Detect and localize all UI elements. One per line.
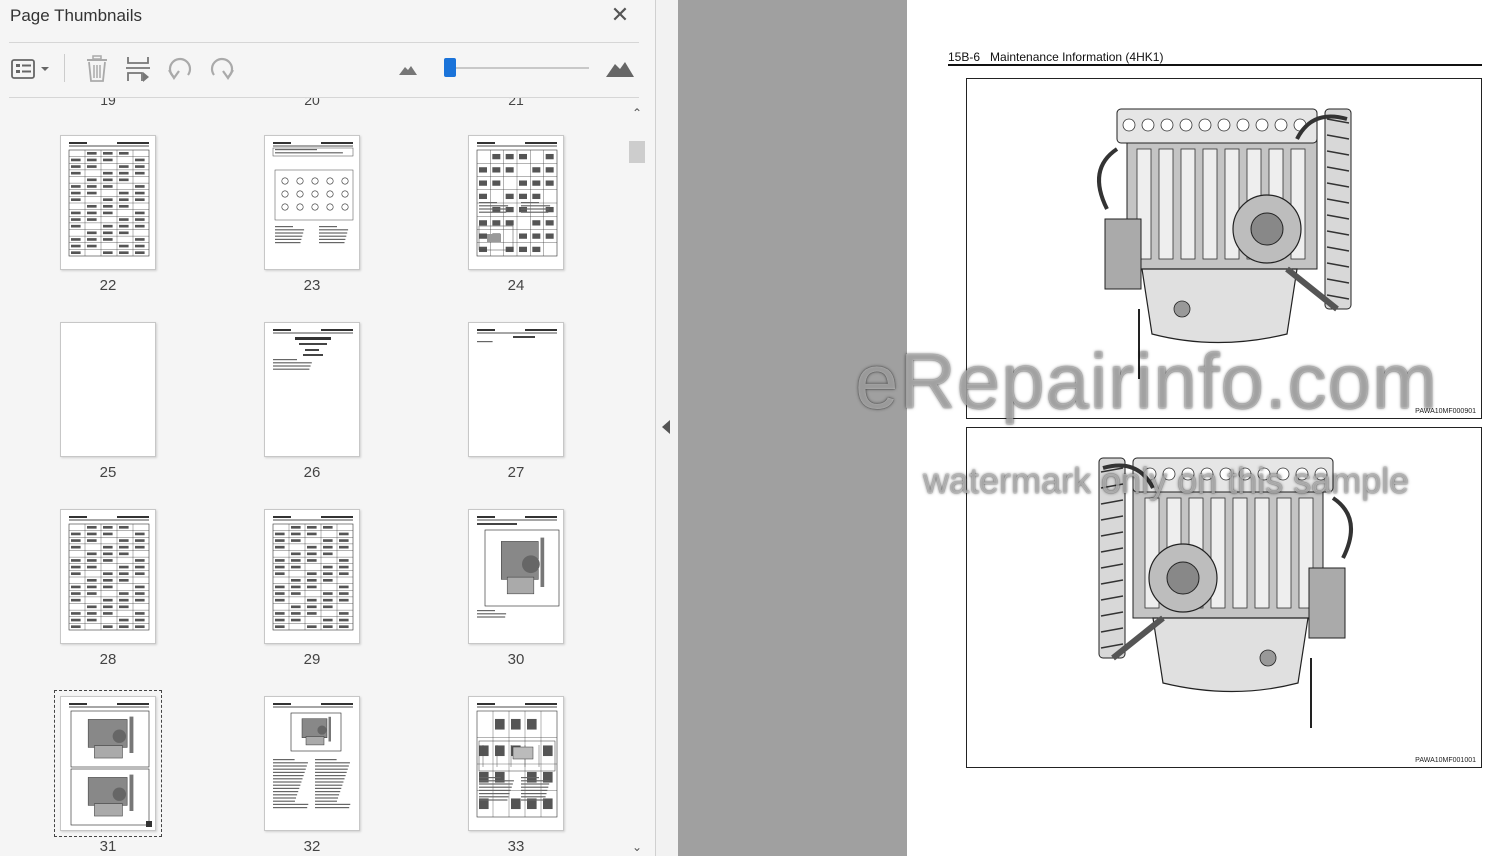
page-thumbnails-panel: Page Thumbnails ✕ 19 20 21 22 23 24 25 2… [0, 0, 656, 856]
thumbnail-page-number: 22 [99, 277, 117, 294]
insert-pages-icon[interactable] [125, 54, 151, 84]
document-background [678, 0, 907, 856]
thumbnail-page-number: 19 [100, 98, 116, 108]
thumbnail-page-25[interactable] [60, 322, 156, 457]
collapse-panel-arrow-icon[interactable] [662, 420, 670, 434]
thumbnail-preview [273, 329, 353, 370]
zoom-out-mountain-icon[interactable] [398, 54, 418, 84]
close-icon[interactable]: ✕ [608, 3, 632, 27]
page-header: 15B-6 Maintenance Information (4HK1) [948, 50, 1482, 64]
zoom-in-mountain-icon[interactable] [605, 54, 635, 84]
thumbnail-preview [272, 516, 354, 631]
thumbnail-page-number: 20 [304, 98, 320, 108]
figure-code: PAWA10MF000901 [1415, 408, 1476, 415]
thumbnail-page-26[interactable] [264, 322, 360, 457]
thumbnail-preview [477, 329, 557, 343]
thumbnail-page-31[interactable] [54, 690, 162, 837]
thumbnail-options-icon[interactable] [10, 54, 52, 84]
thumbnail-page-number: 25 [99, 464, 117, 481]
header-rule [948, 64, 1482, 66]
thumbnail-toolbar [0, 48, 656, 90]
thumbnail-page-24[interactable] [468, 135, 564, 270]
thumbnail-page-number: 27 [507, 464, 525, 481]
thumbnail-page-number: 31 [99, 838, 117, 855]
rotate-clockwise-icon[interactable] [208, 54, 236, 84]
thumbnail-page-30[interactable] [468, 509, 564, 644]
thumbnail-page-number: 21 [508, 98, 524, 108]
toolbar-divider [64, 54, 65, 82]
trash-icon[interactable] [84, 54, 110, 84]
thumbnail-preview [272, 142, 354, 244]
scrollbar-thumb[interactable] [629, 141, 645, 163]
thumbnail-page-number: 24 [507, 277, 525, 294]
thumbnail-preview [68, 142, 150, 257]
thumbnail-page-number: 33 [507, 838, 525, 855]
scrollbar[interactable]: ⌃ ⌄ [626, 100, 648, 856]
zoom-slider-track[interactable] [448, 67, 589, 69]
figure-code: PAWA10MF001001 [1415, 757, 1476, 764]
thumbnail-page-28[interactable] [60, 509, 156, 644]
rotate-counterclockwise-icon[interactable] [166, 54, 194, 84]
panel-title: Page Thumbnails [10, 6, 142, 25]
figure-engine-side: PAWA10MF000901 [966, 78, 1482, 419]
figure-engine-other-side: PAWA10MF001001 [966, 427, 1482, 768]
thumbnail-page-33[interactable] [468, 696, 564, 831]
thumbnail-page-number: 32 [303, 838, 321, 855]
thumbnail-page-number: 30 [507, 651, 525, 668]
divider [9, 42, 639, 43]
thumbnail-preview [61, 323, 156, 457]
selection-marker [146, 821, 152, 827]
thumbnail-page-22[interactable] [60, 135, 156, 270]
engine-illustration [1097, 108, 1352, 379]
thumbnail-preview [476, 703, 558, 818]
thumbnail-preview [477, 516, 560, 618]
engine-illustration [1098, 457, 1353, 728]
scroll-down-arrow-icon[interactable]: ⌄ [626, 840, 648, 856]
thumbnail-preview [476, 142, 558, 257]
thumbnail-page-number: 23 [303, 277, 321, 294]
thumbnail-page-number: 26 [303, 464, 321, 481]
document-page: 15B-6 Maintenance Information (4HK1) PAW… [907, 0, 1503, 856]
thumbnail-page-23[interactable] [264, 135, 360, 270]
zoom-slider-handle[interactable] [444, 58, 456, 77]
thumbnail-preview [69, 703, 150, 826]
thumbnail-preview [68, 516, 150, 631]
page-header-text: 15B-6 Maintenance Information (4HK1) [948, 50, 1164, 64]
thumbnail-page-27[interactable] [468, 322, 564, 457]
scroll-up-arrow-icon[interactable]: ⌃ [626, 106, 648, 122]
thumbnail-page-29[interactable] [264, 509, 360, 644]
thumbnail-page-number: 29 [303, 651, 321, 668]
thumbnail-page-number: 28 [99, 651, 117, 668]
thumbnail-page-32[interactable] [264, 696, 360, 831]
thumbnail-preview [273, 703, 353, 809]
thumbnail-list: 19 20 21 22 23 24 25 26 27 28 29 30 31 32 33 [0, 98, 626, 856]
